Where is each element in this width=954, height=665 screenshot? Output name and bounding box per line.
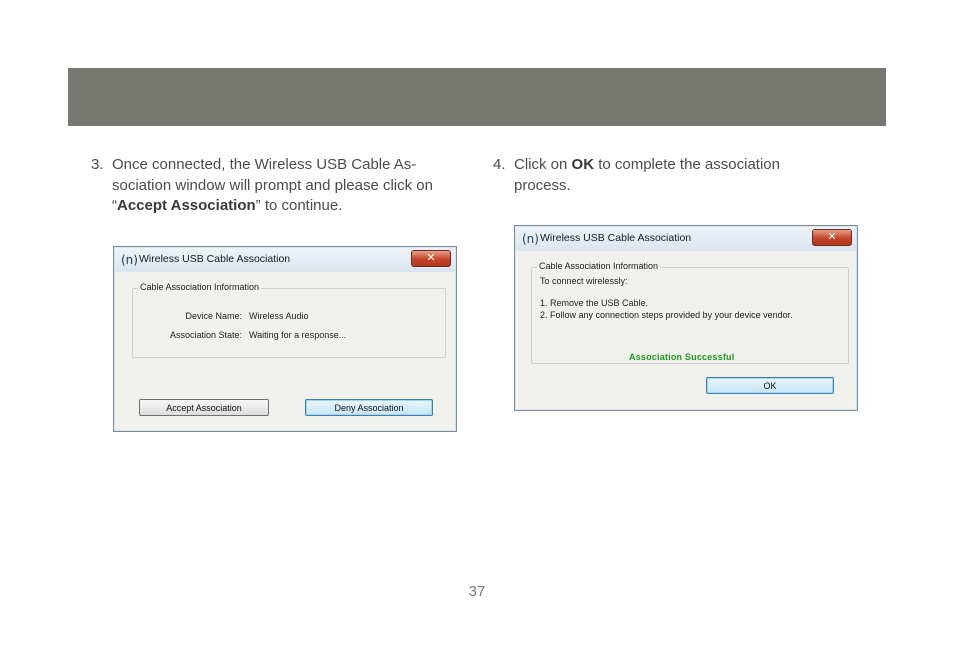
accept-association-button[interactable]: Accept Association — [139, 399, 269, 416]
dialog-titlebar[interactable]: (n) Wireless USB Cable Association ✕ — [115, 248, 455, 272]
wireless-usb-app-icon: (n) — [522, 232, 539, 246]
wireless-usb-app-icon: (n) — [121, 253, 138, 267]
dialog-title: Wireless USB Cable Association — [139, 253, 291, 265]
close-icon: ✕ — [426, 251, 436, 264]
cable-association-groupbox: Cable Association Information To connect… — [531, 261, 849, 364]
step-text: Once connected, the Wireless USB Cable A… — [112, 156, 433, 214]
groupbox-label: Cable Association Information — [537, 261, 661, 271]
header-band — [68, 68, 886, 126]
instructions-intro: To connect wirelessly: — [540, 276, 628, 286]
cable-association-groupbox: Cable Association Information Device Nam… — [132, 282, 446, 358]
instruction-step-2: 2. Follow any connection steps provided … — [540, 310, 793, 320]
ok-reference: OK — [571, 156, 595, 173]
association-state-label: Association State: — [169, 330, 242, 340]
groupbox-label: Cable Association Information — [138, 282, 262, 292]
accept-association-reference: Accept Association — [117, 197, 256, 214]
association-successful-status: Association Successful — [629, 352, 735, 362]
device-name-value: Wireless Audio — [249, 311, 309, 321]
deny-association-button[interactable]: Deny Association — [305, 399, 433, 416]
dialog-title: Wireless USB Cable Association — [540, 232, 692, 244]
close-button[interactable]: ✕ — [411, 250, 451, 267]
close-icon: ✕ — [827, 230, 837, 243]
close-button[interactable]: ✕ — [812, 229, 852, 246]
association-success-dialog: (n) Wireless USB Cable Association ✕ Cab… — [514, 225, 858, 411]
step-number: 3. — [91, 156, 104, 173]
dialog-titlebar[interactable]: (n) Wireless USB Cable Association ✕ — [516, 227, 856, 251]
ok-button[interactable]: OK — [706, 377, 834, 394]
association-state-value: Waiting for a response... — [249, 330, 347, 340]
instruction-step-1: 1. Remove the USB Cable. — [540, 298, 649, 308]
dialog-client-area: Cable Association Information To connect… — [521, 252, 851, 404]
dialog-client-area: Cable Association Information Device Nam… — [120, 273, 450, 425]
device-name-label: Device Name: — [185, 311, 242, 321]
association-request-dialog: (n) Wireless USB Cable Association ✕ Cab… — [113, 246, 457, 432]
step-number: 4. — [493, 156, 506, 173]
step-text: Click on OK to complete the association … — [514, 156, 780, 194]
page-number: 37 — [468, 583, 486, 600]
